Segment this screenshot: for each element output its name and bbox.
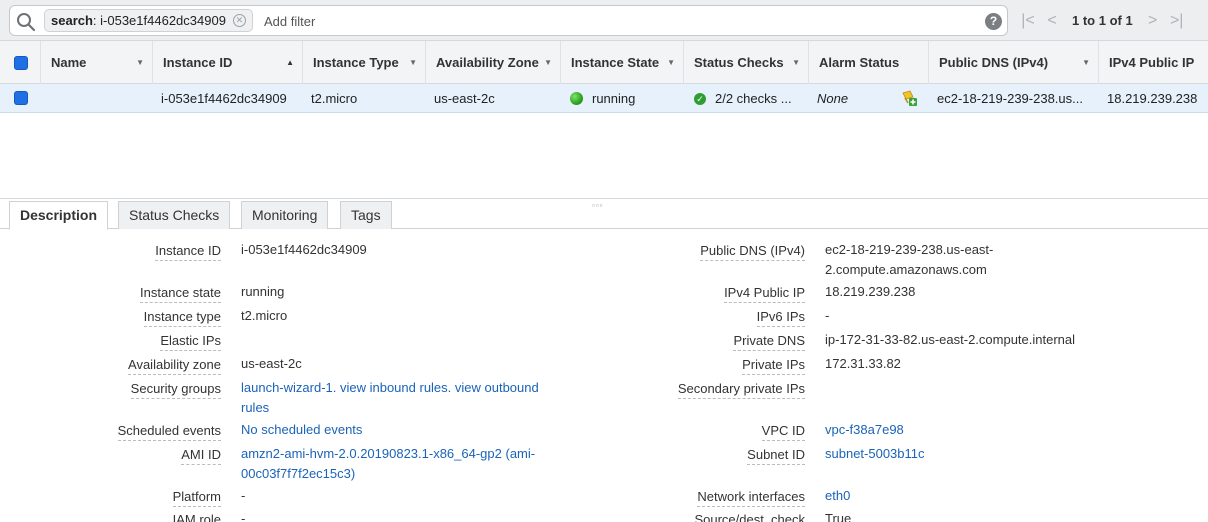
- sort-icon: ▼: [409, 58, 417, 67]
- column-header-instance-type[interactable]: Instance Type ▼: [302, 41, 425, 84]
- cell-alarm-status: None: [817, 91, 849, 106]
- label-private-dns: Private DNS: [733, 333, 805, 351]
- filter-toolbar: search: i-053e1f4462dc34909 ✕ ? |< < 1 t…: [0, 0, 1208, 41]
- add-filter-input[interactable]: [264, 11, 664, 31]
- search-filter-box[interactable]: search: i-053e1f4462dc34909 ✕ ?: [9, 5, 1008, 36]
- label-security-groups: Security groups: [130, 381, 221, 399]
- remove-filter-icon[interactable]: ✕: [232, 14, 246, 27]
- label-private-ips: Private IPs: [742, 357, 805, 375]
- resize-grip-icon[interactable]: ▫▫▫: [592, 201, 604, 210]
- table-row[interactable]: i-053e1f4462dc34909 t2.micro us-east-2c …: [0, 84, 1208, 113]
- value-source-dest-check: True: [825, 511, 852, 522]
- label-iam-role: IAM role: [172, 512, 221, 522]
- first-page-icon[interactable]: |<: [1016, 12, 1040, 30]
- subnet-id-link[interactable]: subnet-5003b11c: [825, 444, 925, 464]
- value-iam-role: -: [241, 511, 246, 522]
- tab-description[interactable]: Description: [9, 201, 109, 230]
- filter-token[interactable]: search: i-053e1f4462dc34909 ✕: [44, 9, 253, 32]
- details-tabs: Description Status Checks Monitoring Tag…: [0, 199, 1208, 230]
- label-instance-id: Instance ID: [155, 243, 221, 261]
- value-public-dns: ec2-18-219-239-238.us-east-: [825, 242, 994, 257]
- create-alarm-icon[interactable]: [900, 89, 918, 107]
- last-page-icon[interactable]: >|: [1165, 12, 1189, 30]
- scheduled-events-link[interactable]: No scheduled events: [241, 420, 362, 440]
- label-public-dns: Public DNS (IPv4): [700, 243, 805, 261]
- column-header-name[interactable]: Name ▼: [40, 41, 152, 84]
- column-header-status-checks[interactable]: Status Checks ▼: [683, 41, 808, 84]
- column-header-ipv4-public-ip[interactable]: IPv4 Public IP: [1098, 41, 1208, 84]
- tab-tags[interactable]: Tags: [340, 201, 392, 229]
- column-header-public-dns[interactable]: Public DNS (IPv4) ▼: [928, 41, 1098, 84]
- value-availability-zone: us-east-2c: [241, 356, 302, 371]
- cell-availability-zone: us-east-2c: [434, 91, 495, 106]
- label-source-dest-check: Source/dest. check: [694, 512, 805, 522]
- instances-table-header: Name ▼ Instance ID ▲ Instance Type ▼ Availa…: [0, 41, 1208, 84]
- value-instance-id: i-053e1f4462dc34909: [241, 242, 367, 257]
- value-private-ips: 172.31.33.82: [825, 356, 901, 371]
- label-vpc-id: VPC ID: [761, 423, 805, 441]
- cell-instance-state: running: [592, 91, 636, 106]
- sort-ascending-icon: ▲: [286, 58, 294, 67]
- label-instance-state: Instance state: [140, 285, 221, 303]
- previous-page-icon[interactable]: <: [1040, 12, 1064, 30]
- value-ipv6-ips: -: [825, 308, 830, 323]
- column-header-availability-zone[interactable]: Availability Zone ▼: [425, 41, 560, 84]
- label-ipv6-ips: IPv6 IPs: [756, 309, 805, 327]
- security-groups-link[interactable]: launch-wizard-1. view inbound rules. vie…: [241, 378, 539, 398]
- label-subnet-id: Subnet ID: [747, 447, 805, 465]
- select-all-checkbox[interactable]: [14, 56, 28, 70]
- label-network-interfaces: Network interfaces: [697, 489, 805, 507]
- vpc-id-link[interactable]: vpc-f38a7e98: [825, 420, 904, 440]
- tab-status-checks[interactable]: Status Checks: [118, 201, 231, 229]
- pagination: |< < 1 to 1 of 1 > >|: [1016, 0, 1189, 41]
- filter-token-value: : i-053e1f4462dc34909: [92, 13, 226, 28]
- sort-icon: ▼: [1082, 58, 1090, 67]
- cell-instance-id: i-053e1f4462dc34909: [161, 91, 287, 106]
- value-instance-type: t2.micro: [241, 308, 288, 323]
- cell-name: [52, 84, 152, 113]
- ami-id-link-continued[interactable]: 00c03f7f7f2ec15c3): [241, 464, 355, 484]
- value-private-dns: ip-172-31-33-82.us-east-2.compute.intern…: [825, 332, 1076, 347]
- label-availability-zone: Availability zone: [128, 357, 221, 375]
- label-scheduled-events: Scheduled events: [117, 423, 221, 441]
- ami-id-link[interactable]: amzn2-ami-hvm-2.0.20190823.1-x86_64-gp2 …: [241, 444, 535, 464]
- value-platform: -: [241, 488, 246, 503]
- label-secondary-private-ips: Secondary private IPs: [677, 381, 805, 399]
- checks-passed-icon: ✓: [694, 93, 706, 105]
- cell-public-dns: ec2-18-219-239-238.us...: [937, 91, 1083, 106]
- help-icon[interactable]: ?: [985, 13, 1002, 30]
- sort-icon: ▼: [667, 58, 675, 67]
- search-icon: [17, 13, 36, 32]
- value-ipv4-public-ip: 18.219.239.238: [825, 284, 916, 299]
- label-instance-type: Instance type: [143, 309, 221, 327]
- view-outbound-rules-link[interactable]: rules: [241, 398, 269, 418]
- value-public-dns-continued: 2.compute.amazonaws.com: [825, 262, 987, 277]
- column-header-instance-state[interactable]: Instance State ▼: [560, 41, 683, 84]
- network-interface-link[interactable]: eth0: [825, 486, 850, 506]
- filter-token-key: search: [51, 13, 93, 28]
- next-page-icon[interactable]: >: [1141, 12, 1165, 30]
- tab-monitoring[interactable]: Monitoring: [241, 201, 329, 229]
- cell-status-checks: 2/2 checks ...: [715, 91, 792, 106]
- cell-ipv4-public-ip: 18.219.239.238: [1107, 91, 1198, 106]
- label-ipv4-public-ip: IPv4 Public IP: [724, 285, 805, 303]
- column-header-alarm-status[interactable]: Alarm Status: [808, 41, 928, 84]
- value-instance-state: running: [241, 284, 285, 299]
- cell-instance-type: t2.micro: [311, 91, 358, 106]
- label-ami-id: AMI ID: [181, 447, 221, 465]
- column-header-instance-id[interactable]: Instance ID ▲: [152, 41, 302, 84]
- label-platform: Platform: [172, 489, 221, 507]
- sort-icon: ▼: [792, 58, 800, 67]
- row-checkbox[interactable]: [14, 91, 28, 105]
- label-elastic-ips: Elastic IPs: [160, 333, 221, 351]
- sort-icon: ▼: [136, 58, 144, 67]
- pagination-label: 1 to 1 of 1: [1072, 13, 1133, 28]
- sort-icon: ▼: [544, 58, 552, 67]
- running-status-icon: [570, 92, 583, 105]
